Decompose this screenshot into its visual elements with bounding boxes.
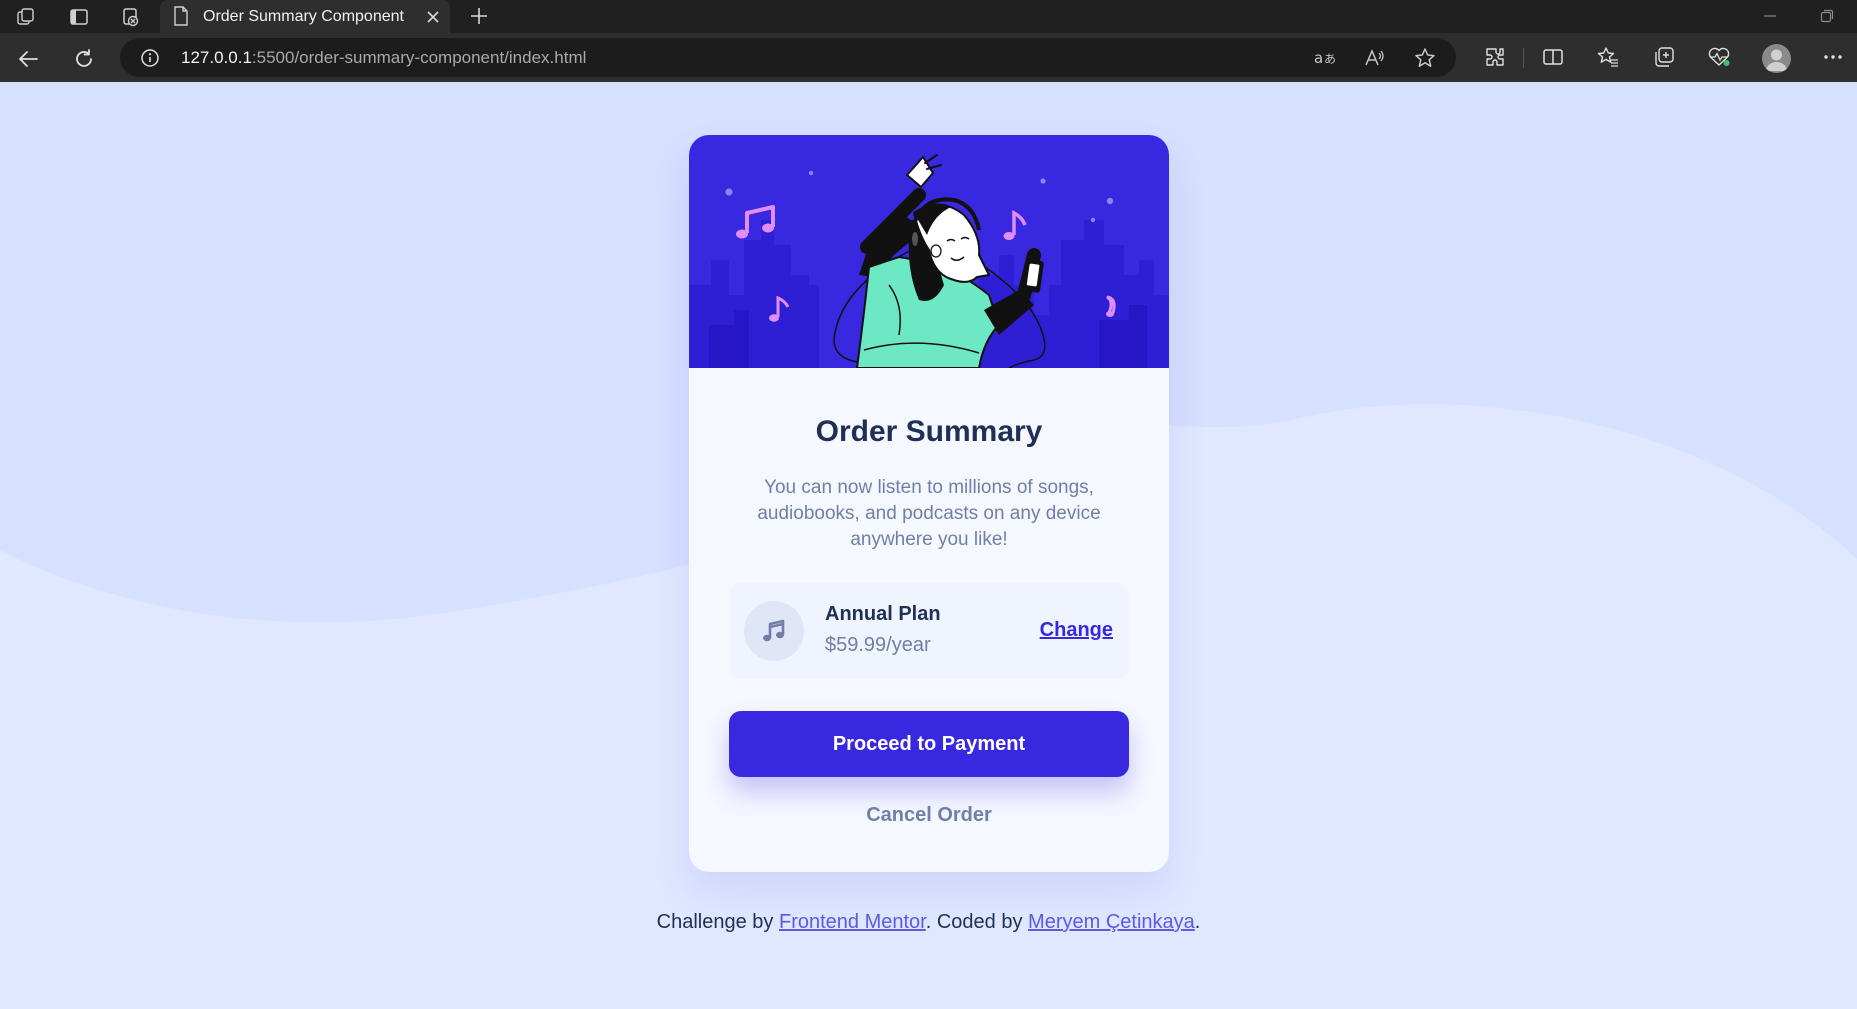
restore-icon[interactable] (1813, 4, 1841, 28)
page-viewport: Order Summary You can now listen to mill… (0, 82, 1857, 1009)
profile-icon[interactable] (1762, 44, 1791, 73)
proceed-to-payment-button[interactable]: Proceed to Payment (729, 711, 1129, 777)
read-aloud-icon[interactable] (1362, 45, 1388, 71)
svg-text:あ: あ (1324, 52, 1336, 66)
url-text[interactable]: 127.0.0.1:5500/order-summary-component/i… (181, 48, 586, 68)
address-toolbar: 127.0.0.1:5500/order-summary-component/i… (0, 33, 1857, 82)
back-arrow-icon[interactable] (12, 43, 44, 75)
page-icon (168, 3, 194, 29)
tab-title: Order Summary Component (203, 7, 404, 25)
split-screen-icon[interactable] (1538, 42, 1568, 72)
extension-tab-icon[interactable] (118, 4, 144, 30)
frontend-mentor-link[interactable]: Frontend Mentor (779, 911, 926, 933)
plan-price: $59.99/year (825, 634, 931, 656)
tab-actions-icon[interactable] (66, 4, 92, 30)
attribution-prefix: Challenge by (656, 911, 779, 933)
author-link[interactable]: Meryem Çetinkaya (1028, 911, 1195, 933)
plan-name: Annual Plan (825, 603, 941, 625)
refresh-icon[interactable] (68, 43, 100, 75)
music-note-icon (744, 601, 804, 661)
attribution-suffix: . (1194, 911, 1201, 933)
extensions-icon[interactable] (1480, 42, 1510, 72)
tab-bar: Order Summary Component (0, 0, 1857, 33)
active-tab[interactable]: Order Summary Component (160, 0, 450, 33)
plus-icon[interactable] (466, 3, 492, 29)
url-path: :5500/order-summary-component/index.html (251, 48, 587, 67)
browser-essentials-icon[interactable] (1704, 42, 1734, 72)
cancel-order-button[interactable]: Cancel Order (729, 795, 1129, 835)
change-plan-link[interactable]: Change (1040, 619, 1113, 642)
attribution-middle: . Coded by (925, 911, 1029, 933)
plan-summary: Annual Plan $59.99/year Change (729, 583, 1129, 679)
close-icon[interactable] (422, 6, 444, 28)
order-summary-card: Order Summary You can now listen to mill… (689, 135, 1169, 872)
info-icon[interactable] (139, 47, 161, 69)
translate-icon[interactable]: aあ (1312, 45, 1338, 71)
svg-text:a: a (1314, 49, 1323, 67)
url-host: 127.0.0.1 (181, 48, 252, 67)
workspaces-icon[interactable] (13, 4, 39, 30)
card-title: Order Summary (815, 415, 1043, 448)
favorites-icon[interactable] (1593, 42, 1623, 72)
more-icon[interactable] (1818, 42, 1848, 72)
minimize-icon[interactable] (1756, 4, 1784, 28)
collections-icon[interactable] (1649, 42, 1679, 72)
hero-illustration (689, 135, 1169, 368)
favorite-star-icon[interactable] (1412, 45, 1438, 71)
card-description: You can now listen to millions of songs,… (757, 477, 1101, 550)
toolbar-divider (1523, 48, 1524, 68)
address-bar[interactable]: 127.0.0.1:5500/order-summary-component/i… (120, 38, 1456, 77)
attribution: Challenge by Frontend Mentor. Coded by M… (0, 911, 1857, 934)
